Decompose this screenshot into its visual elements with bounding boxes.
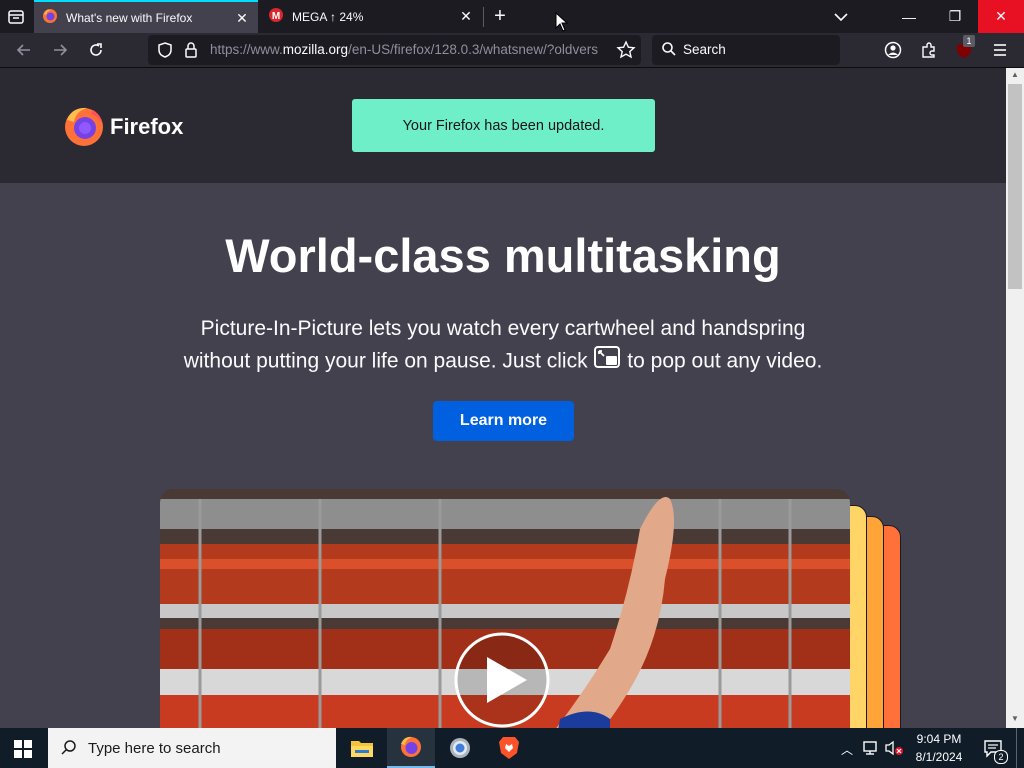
tab-mega[interactable]: M MEGA ↑ 24% ✕ bbox=[258, 0, 482, 33]
brand-wordmark[interactable]: Firefox bbox=[110, 114, 183, 140]
firefox-taskbar-icon[interactable] bbox=[387, 728, 435, 768]
firefox-logo-icon[interactable] bbox=[63, 105, 105, 147]
chrome-taskbar-icon[interactable] bbox=[436, 728, 484, 768]
paragraph-line-1: Picture-In-Picture lets you watch every … bbox=[200, 317, 806, 340]
windows-start-icon[interactable] bbox=[13, 739, 33, 759]
extension-badge: 1 bbox=[963, 35, 975, 47]
taskbar-search-placeholder: Type here to search bbox=[88, 740, 221, 757]
search-bar[interactable] bbox=[652, 35, 840, 65]
scrollbar-thumb[interactable] bbox=[1008, 84, 1022, 289]
extensions-icon[interactable] bbox=[919, 40, 939, 60]
url-text[interactable]: https://www.mozilla.org/en-US/firefox/12… bbox=[210, 42, 610, 57]
page-content: Firefox Your Firefox has been updated. W… bbox=[0, 68, 1006, 728]
tab-title: What's new with Firefox bbox=[66, 10, 193, 25]
page-title: World-class multitasking bbox=[225, 229, 781, 282]
network-icon[interactable] bbox=[862, 739, 880, 757]
shield-icon[interactable] bbox=[156, 41, 174, 59]
learn-more-button[interactable]: Learn more bbox=[433, 401, 574, 441]
paragraph-line-2: without putting your life on pause. Just… bbox=[0, 345, 1006, 379]
taskbar-date[interactable]: 8/1/2024 bbox=[905, 750, 973, 764]
forward-icon[interactable] bbox=[47, 38, 73, 62]
close-tab-icon[interactable]: ✕ bbox=[234, 10, 250, 26]
tab-title: MEGA ↑ 24% bbox=[292, 9, 364, 24]
volume-muted-icon[interactable] bbox=[884, 739, 904, 757]
brave-taskbar-icon[interactable] bbox=[485, 728, 533, 768]
close-window-button[interactable]: ✕ bbox=[978, 0, 1024, 33]
firefox-view-icon[interactable] bbox=[6, 7, 26, 27]
mega-favicon-icon: M bbox=[268, 7, 284, 26]
picture-in-picture-icon bbox=[593, 345, 621, 379]
reload-icon[interactable] bbox=[83, 38, 109, 62]
search-placeholder: Search bbox=[683, 42, 726, 57]
back-icon[interactable] bbox=[11, 38, 37, 62]
file-explorer-icon[interactable] bbox=[338, 728, 386, 768]
restore-button[interactable]: ❐ bbox=[932, 0, 978, 33]
hero-paragraph: Picture-In-Picture lets you watch every … bbox=[0, 313, 1006, 379]
bookmark-star-icon[interactable] bbox=[616, 40, 636, 60]
taskbar-time[interactable]: 9:04 PM bbox=[905, 732, 973, 746]
notification-count: 2 bbox=[994, 750, 1008, 764]
account-icon[interactable] bbox=[883, 40, 903, 60]
new-tab-icon[interactable]: + bbox=[490, 6, 510, 26]
show-desktop-divider[interactable] bbox=[1016, 728, 1017, 768]
mouse-cursor-icon bbox=[555, 11, 569, 32]
menu-icon[interactable] bbox=[991, 40, 1009, 60]
svg-text:M: M bbox=[272, 11, 280, 22]
update-notice: Your Firefox has been updated. bbox=[352, 99, 655, 152]
search-icon bbox=[60, 739, 78, 757]
firefox-favicon-icon bbox=[42, 8, 58, 27]
search-icon bbox=[661, 41, 677, 57]
tab-separator bbox=[483, 7, 484, 27]
minimize-button[interactable]: — bbox=[886, 0, 932, 33]
scroll-up-icon[interactable]: ▲ bbox=[1010, 70, 1020, 80]
video-thumbnail[interactable] bbox=[160, 489, 850, 728]
chevron-up-icon[interactable]: ︿ bbox=[840, 741, 854, 757]
lock-icon[interactable] bbox=[183, 41, 199, 59]
tab-whats-new[interactable]: What's new with Firefox ✕ bbox=[34, 0, 258, 33]
list-all-tabs-icon[interactable] bbox=[832, 8, 850, 26]
scroll-down-icon[interactable]: ▼ bbox=[1010, 714, 1020, 724]
close-tab-icon[interactable]: ✕ bbox=[458, 8, 474, 24]
